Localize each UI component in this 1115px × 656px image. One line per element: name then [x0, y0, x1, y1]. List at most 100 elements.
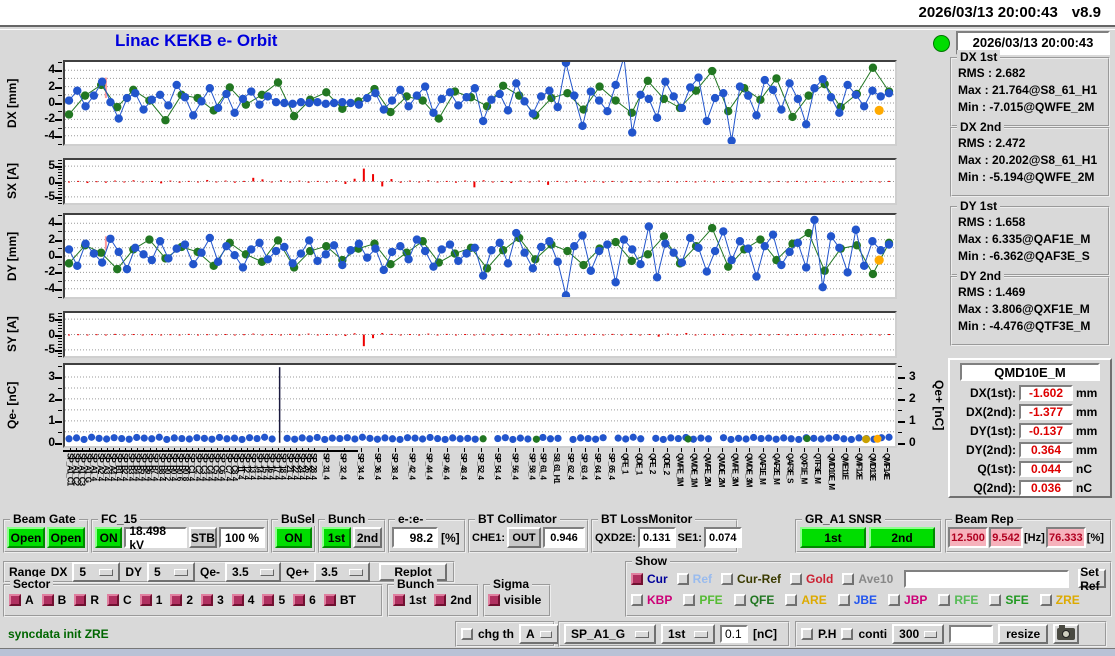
resize-button[interactable]: resize — [998, 624, 1048, 644]
x-element-label: SP_31_4 — [322, 453, 331, 479]
beam-gate-open-2-button[interactable]: Open — [47, 527, 85, 548]
bunch-2nd-button[interactable]: 2nd — [353, 527, 382, 548]
minor-tick — [58, 95, 62, 96]
range-dy-select[interactable]: 5 — [147, 562, 195, 582]
range-dx-select[interactable]: 5 — [72, 562, 120, 582]
ref-input[interactable] — [904, 570, 1069, 588]
fc15-stb-button[interactable]: STB — [189, 527, 217, 548]
beam-rep-value-2: 9.542 — [989, 527, 1023, 548]
count-select[interactable]: 300 — [892, 624, 944, 644]
q-axis-label-right: Qe+ [nC] — [931, 363, 947, 448]
x-element-label: QMD13E — [868, 453, 877, 480]
chg-th-select[interactable]: A — [519, 624, 559, 644]
camera-icon — [1057, 628, 1075, 640]
q-threshold-input[interactable] — [720, 625, 748, 643]
sector-group: Sector ABRC123456BT — [3, 584, 383, 617]
minor-tick — [58, 188, 62, 189]
dx-ytick: 2 — [27, 79, 55, 93]
x-element-label: SP_32_4 — [339, 453, 348, 479]
sector-1-label: 1 — [156, 593, 163, 607]
sector-a-checkbox[interactable] — [9, 594, 21, 606]
sector-4-checkbox[interactable] — [232, 594, 244, 606]
conti-checkbox[interactable] — [841, 628, 853, 640]
minor-tick — [58, 169, 62, 170]
sector-4-label: 4 — [248, 593, 255, 607]
bunch-2nd-label: 2nd — [450, 593, 471, 607]
x-element-label: QWFE_2M — [703, 453, 712, 486]
monitor-row: Q(2nd):0.036nC — [950, 478, 1110, 497]
show-pfe-checkbox[interactable] — [683, 594, 695, 606]
show-sfe-checkbox[interactable] — [989, 594, 1001, 606]
sx-axis-label: SX [A] — [4, 158, 20, 205]
dropdown-dash-icon — [99, 569, 113, 576]
show-qfe-checkbox[interactable] — [734, 594, 746, 606]
busel-on-button[interactable]: ON — [275, 527, 312, 548]
sigma-visible-checkbox[interactable] — [488, 594, 500, 606]
sector-bt: BT — [324, 593, 356, 607]
stat-box-dy-2nd: DY 2ndRMS : 1.469Max : 3.806@QXF1E_MMin … — [950, 276, 1110, 346]
minor-tick — [58, 215, 62, 216]
q-ytick: 1 — [27, 413, 55, 427]
sector-c-checkbox[interactable] — [107, 594, 119, 606]
ph-checkbox[interactable] — [801, 628, 813, 640]
chg-th-checkbox[interactable] — [461, 628, 473, 640]
stat-box-dy-1st: DY 1stRMS : 1.658Max : 6.335@QAF1E_MMin … — [950, 206, 1110, 276]
sector-r-checkbox[interactable] — [74, 594, 86, 606]
x-element-label: QFE_2 — [648, 453, 657, 473]
sector-2-label: 2 — [186, 593, 193, 607]
show-cur-ref-checkbox[interactable] — [721, 573, 733, 585]
dropdown-dash-icon — [349, 569, 363, 576]
sector-1: 1 — [140, 593, 163, 607]
show-cur-checkbox[interactable] — [631, 573, 643, 585]
sector-1-checkbox[interactable] — [140, 594, 152, 606]
sp-select[interactable]: SP_A1_G — [564, 624, 656, 644]
show-gold-checkbox[interactable] — [790, 573, 802, 585]
sx-plot — [63, 158, 897, 205]
show-kbp-checkbox[interactable] — [631, 594, 643, 606]
show-are-checkbox[interactable] — [785, 594, 797, 606]
minor-tick — [58, 128, 62, 129]
show-ref-checkbox[interactable] — [677, 573, 689, 585]
stat-line: Max : 20.202@S8_61_H1 — [952, 152, 1108, 169]
show-jbp-checkbox[interactable] — [888, 594, 900, 606]
camera-button[interactable] — [1053, 624, 1079, 644]
stat-line: RMS : 1.658 — [952, 214, 1108, 231]
stat-line: RMS : 2.472 — [952, 135, 1108, 152]
range-qem-select[interactable]: 3.5 — [225, 562, 281, 582]
sector-3-checkbox[interactable] — [201, 594, 213, 606]
gr-snsr-1st-button[interactable]: 1st — [800, 527, 866, 548]
set-ref-button[interactable]: Set Ref — [1078, 569, 1106, 588]
show-ref: Ref — [677, 572, 712, 586]
x-element-label: QAF1E_M — [758, 453, 767, 484]
show-sfe: SFE — [989, 593, 1028, 607]
minor-tick — [898, 421, 902, 422]
gr-snsr-2nd-button[interactable]: 2nd — [869, 527, 935, 548]
show-zre-checkbox[interactable] — [1040, 594, 1052, 606]
sector-bt-checkbox[interactable] — [324, 594, 336, 606]
sector-b-label: B — [58, 593, 67, 607]
sector-5-checkbox[interactable] — [262, 594, 274, 606]
sp-bunch-select[interactable]: 1st — [661, 624, 715, 644]
ee-ratio-group: e-:e- 98.2 [%] — [388, 519, 466, 553]
dropdown-dash-icon — [260, 569, 274, 576]
sector-2-checkbox[interactable] — [170, 594, 182, 606]
show-ave10-checkbox[interactable] — [842, 573, 854, 585]
bunch-1st-checkbox[interactable] — [393, 594, 405, 606]
range-qep-select[interactable]: 3.5 — [314, 562, 370, 582]
sector-6-checkbox[interactable] — [293, 594, 305, 606]
fc15-on-button[interactable]: ON — [95, 527, 122, 548]
show-zre-label: ZRE — [1056, 593, 1080, 607]
beam-gate-open-1-button[interactable]: Open — [7, 527, 45, 548]
sector-b-checkbox[interactable] — [42, 594, 54, 606]
x-element-label: SP_46_4 — [442, 453, 451, 479]
minor-tick — [58, 328, 62, 329]
bt-collimator-out-button[interactable]: OUT — [507, 527, 541, 548]
stat-box-title: DX 1st — [957, 50, 1000, 64]
show-rfe-checkbox[interactable] — [938, 594, 950, 606]
bunch-2nd-checkbox[interactable] — [434, 594, 446, 606]
count-input[interactable] — [949, 625, 993, 643]
bunch-1st-button[interactable]: 1st — [322, 527, 351, 548]
sector-5: 5 — [262, 593, 285, 607]
show-jbe-checkbox[interactable] — [838, 594, 850, 606]
sy-ytick: 5 — [27, 311, 55, 325]
